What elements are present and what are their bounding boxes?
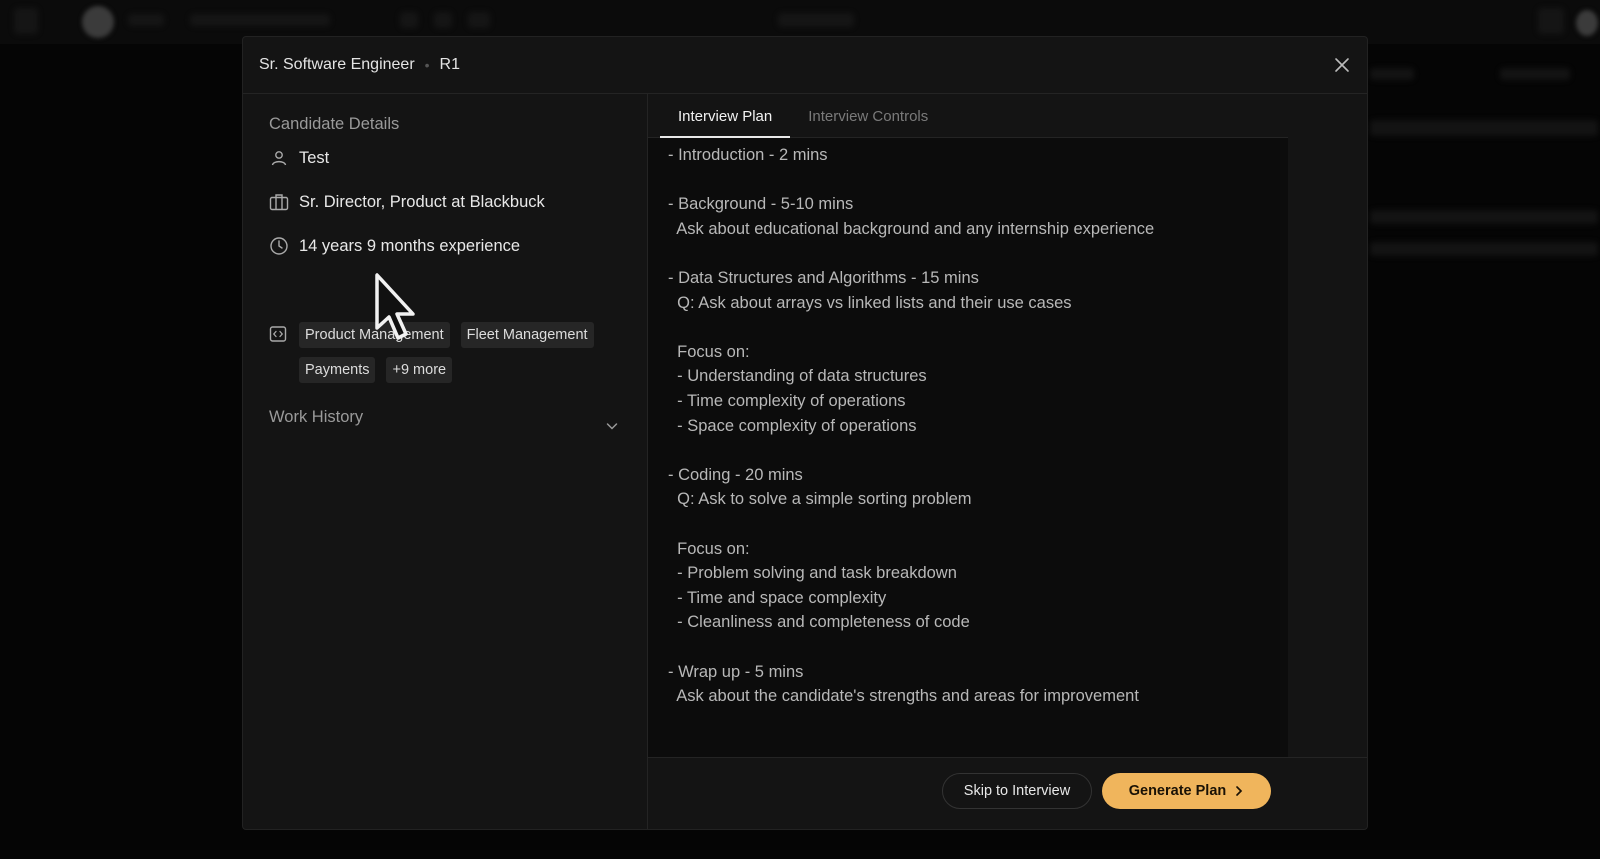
background-row — [1370, 210, 1598, 224]
briefcase-icon — [269, 192, 289, 212]
plan-line: Q: Ask about arrays vs linked lists and … — [668, 293, 1072, 312]
skip-button-label: Skip to Interview — [963, 783, 1071, 799]
background-timer — [778, 13, 854, 27]
plan-line: - Time and space complexity — [668, 588, 887, 607]
interview-plan-panel: Interview Plan Interview Controls - Intr… — [648, 94, 1367, 829]
background-icon — [434, 12, 452, 28]
clock-icon — [269, 236, 289, 256]
generate-plan-button[interactable]: Generate Plan — [1102, 773, 1271, 809]
candidate-role: Sr. Director, Product at Blackbuck — [299, 192, 545, 211]
background-tab — [1370, 68, 1414, 80]
candidate-name-row: Test — [269, 148, 329, 168]
background-avatar — [1576, 10, 1598, 36]
close-button[interactable] — [1333, 56, 1351, 74]
plan-line: Ask about educational background and any… — [668, 219, 1155, 238]
plan-line: - Wrap up - 5 mins — [668, 662, 804, 681]
background-logo — [14, 8, 38, 34]
background-icon — [1538, 8, 1564, 34]
candidate-name: Test — [299, 148, 330, 167]
candidate-experience-row: 14 years 9 months experience — [269, 236, 520, 256]
candidate-details-panel: Candidate Details Test Sr. Director, Pro… — [243, 94, 648, 829]
plan-line: Q: Ask to solve a simple sorting problem — [668, 490, 972, 509]
background-icon — [400, 12, 418, 28]
tab-interview-controls[interactable]: Interview Controls — [790, 94, 946, 138]
skip-to-interview-button[interactable]: Skip to Interview — [942, 773, 1092, 809]
plan-line: - Background - 5-10 mins — [668, 195, 854, 214]
plan-line: - Time complexity of operations — [668, 392, 906, 410]
modal-footer: Skip to Interview Generate Plan — [648, 757, 1367, 829]
plan-line: - Cleanliness and completeness of code — [668, 613, 970, 632]
interview-plan-text[interactable]: - Introduction - 2 mins - Background - 5-… — [648, 138, 1288, 757]
candidate-role-row: Sr. Director, Product at Blackbuck — [269, 192, 545, 212]
generate-button-label: Generate Plan — [1128, 783, 1227, 799]
more-skills-tag[interactable]: +9 more — [386, 357, 453, 383]
modal-title: Sr. Software Engineer — [259, 56, 415, 73]
tab-bar: Interview Plan Interview Controls — [648, 94, 1288, 138]
plan-line: Focus on: — [668, 539, 750, 558]
interview-plan-modal: Sr. Software Engineer • R1 Candidate Det… — [242, 36, 1368, 830]
user-icon — [269, 148, 289, 168]
plan-line: - Space complexity of operations — [668, 416, 917, 435]
plan-line: - Problem solving and task breakdown — [668, 564, 957, 583]
tab-interview-plan[interactable]: Interview Plan — [660, 94, 791, 138]
plan-line: - Data Structures and Algorithms - 15 mi… — [668, 269, 979, 287]
background-row — [1370, 242, 1598, 256]
interview-round: R1 — [439, 56, 460, 73]
candidate-details-title: Candidate Details — [269, 115, 400, 133]
background-breadcrumb — [190, 14, 330, 26]
code-icon — [269, 325, 289, 345]
background-breadcrumb — [128, 14, 164, 26]
background-row — [1370, 120, 1598, 136]
chevron-right-icon — [1234, 785, 1244, 797]
candidate-experience: 14 years 9 months experience — [299, 236, 521, 255]
modal-header: Sr. Software Engineer • R1 — [243, 37, 1367, 94]
close-icon — [1335, 58, 1349, 72]
plan-line: - Understanding of data structures — [668, 367, 927, 386]
plan-line: - Introduction - 2 mins — [668, 146, 828, 164]
skill-tag: Payments — [299, 357, 376, 383]
plan-line: Focus on: — [668, 342, 750, 361]
background-icon — [468, 12, 490, 28]
work-history-toggle[interactable]: Work History — [269, 408, 363, 427]
skill-tags: Product Management Fleet Management Paym… — [299, 322, 629, 383]
title-separator: • — [424, 57, 430, 73]
chevron-down-icon[interactable] — [604, 418, 620, 434]
skill-tag: Fleet Management — [460, 322, 594, 348]
skill-tag: Product Management — [299, 322, 450, 348]
plan-line: - Coding - 20 mins — [668, 465, 803, 484]
background-avatar — [82, 6, 114, 38]
plan-line: Ask about the candidate's strengths and … — [668, 687, 1139, 706]
background-tab — [1500, 68, 1570, 80]
